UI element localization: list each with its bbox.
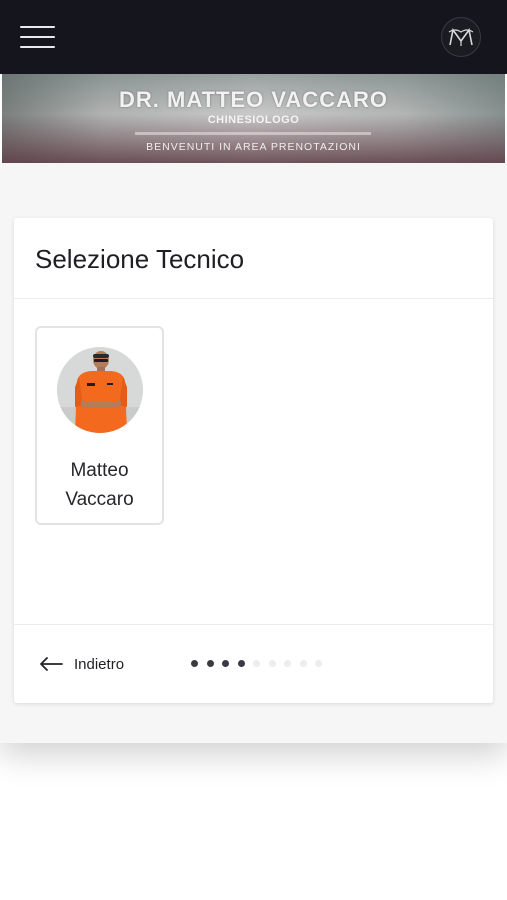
technician-avatar — [57, 347, 143, 433]
banner-welcome-text: BENVENUTI IN AREA PRENOTAZIONI — [146, 141, 361, 153]
step-dot-completed — [191, 660, 198, 667]
header-banner: DR. MATTEO VACCARO CHINESIOLOGO BENVENUT… — [2, 74, 505, 163]
step-dot-pending — [253, 660, 260, 667]
step-dot-completed — [237, 660, 245, 667]
technician-selection-card: Selezione Tecnico Matteo Vaccaro Indietr… — [14, 218, 493, 703]
back-button[interactable]: Indietro — [39, 652, 124, 676]
step-dot-pending — [315, 660, 322, 667]
step-dot-completed — [222, 660, 229, 667]
step-dot-pending — [284, 660, 291, 667]
step-progress-indicator — [191, 660, 331, 668]
hamburger-menu-icon[interactable] — [20, 25, 55, 49]
technician-option[interactable]: Matteo Vaccaro — [35, 326, 164, 525]
card-header-divider — [14, 298, 493, 299]
card-footer-divider — [14, 624, 493, 625]
back-button-label: Indietro — [74, 655, 125, 673]
step-dot-completed — [206, 660, 214, 667]
step-dot-pending — [299, 660, 307, 667]
mv-monogram-logo[interactable] — [441, 17, 481, 57]
top-navigation-bar — [0, 0, 507, 74]
technician-first-name: Matteo — [70, 460, 129, 481]
technician-last-name: Vaccaro — [65, 489, 134, 510]
banner-title: DR. MATTEO VACCARO — [119, 87, 388, 112]
banner-subtitle: CHINESIOLOGO — [207, 114, 300, 126]
booking-section: Selezione Tecnico Matteo Vaccaro Indietr… — [0, 163, 507, 743]
banner-divider — [135, 132, 371, 135]
card-title: Selezione Tecnico — [35, 244, 245, 274]
technician-name: Matteo Vaccaro — [37, 456, 162, 514]
step-dot-pending — [268, 660, 276, 667]
arrow-left-icon — [40, 657, 63, 671]
